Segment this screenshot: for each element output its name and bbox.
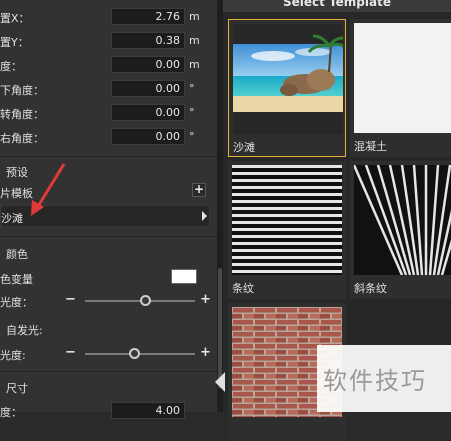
concrete-thumbnail	[354, 23, 451, 133]
tilt-angle-label: 下角度：	[0, 84, 44, 97]
add-template-button[interactable]: +	[192, 183, 206, 197]
color-swatch[interactable]	[171, 269, 197, 284]
template-item-label: 沙滩	[233, 141, 255, 154]
color-variant-label: 色变量	[0, 273, 33, 286]
height-unit: m	[189, 58, 200, 71]
side-angle-label: 右角度：	[0, 132, 44, 145]
template-panel-header: Select Template	[223, 0, 451, 12]
annotation-arrow-icon	[31, 163, 66, 216]
preset-select-value: 沙滩	[1, 212, 23, 225]
prop-row-position-x: 置X： 2.76 m	[0, 6, 217, 28]
preset-title: 预设	[6, 166, 28, 179]
stripes-thumbnail	[232, 165, 342, 275]
divider	[0, 156, 217, 157]
size-title: 尺寸	[6, 382, 28, 395]
prop-row-size: 度： 4.00	[0, 400, 217, 422]
prop-row-tilt-angle: 下角度： 0.00 °	[0, 78, 217, 100]
emissive-label: 自发光:	[6, 324, 43, 337]
divider	[0, 236, 217, 237]
rotate-angle-label: 转角度：	[0, 108, 44, 121]
color-title: 颜色	[6, 248, 28, 261]
emissive-minus-button[interactable]: −	[65, 345, 76, 360]
template-item-label: 混凝土	[354, 140, 387, 153]
height-label: 度：	[0, 60, 22, 73]
tilt-angle-field[interactable]: 0.00	[111, 80, 185, 97]
emissive-slider-track[interactable]	[85, 353, 195, 355]
tilt-angle-unit: °	[189, 82, 195, 95]
template-panel-title: Select Template	[283, 0, 391, 9]
position-y-label: 置Y：	[0, 36, 29, 49]
properties-panel: 置X： 2.76 m 置Y： 0.38 m 度： 0.00 m 下角度： 0.0…	[0, 0, 217, 419]
side-angle-field[interactable]: 0.00	[111, 128, 185, 145]
template-item-beach[interactable]: 沙滩	[228, 19, 346, 157]
template-item-stripes[interactable]: 条纹	[228, 161, 346, 299]
rotate-angle-field[interactable]: 0.00	[111, 104, 185, 121]
brightness-slider-thumb[interactable]	[139, 295, 151, 306]
template-item-label: 斜条纹	[354, 282, 387, 295]
brightness-minus-button[interactable]: −	[65, 292, 76, 307]
position-x-label: 置X：	[0, 12, 30, 25]
position-x-field[interactable]: 2.76	[111, 8, 185, 25]
brightness-plus-button[interactable]: +	[200, 292, 211, 307]
prop-row-rotate-angle: 转角度： 0.00 °	[0, 102, 217, 124]
position-x-unit: m	[189, 10, 200, 23]
size-field[interactable]: 4.00	[111, 402, 185, 419]
collapse-arrow-icon[interactable]	[213, 370, 227, 394]
emissive-plus-button[interactable]: +	[200, 345, 211, 360]
template-item-diagonal-stripes[interactable]: 斜条纹	[350, 161, 451, 299]
divider	[0, 371, 217, 372]
watermark-text: 软件技巧	[323, 367, 427, 395]
brightness-label: 光度：	[0, 296, 33, 309]
prop-row-side-angle: 右角度： 0.00 °	[0, 126, 217, 148]
beach-thumbnail	[233, 24, 343, 134]
template-item-concrete[interactable]: 混凝土	[350, 19, 451, 157]
prop-row-position-y: 置Y： 0.38 m	[0, 30, 217, 52]
chevron-right-icon	[202, 211, 207, 221]
position-y-unit: m	[189, 34, 200, 47]
template-item-label: 条纹	[232, 282, 254, 295]
side-angle-unit: °	[189, 130, 195, 143]
emissive-brightness-label: 光度:	[0, 349, 26, 362]
position-y-field[interactable]: 0.38	[111, 32, 185, 49]
emissive-slider-thumb[interactable]	[128, 348, 140, 359]
size-label: 度：	[0, 406, 22, 419]
watermark: 软件技巧	[317, 345, 451, 412]
height-field[interactable]: 0.00	[111, 56, 185, 73]
prop-row-height: 度： 0.00 m	[0, 54, 217, 76]
diagonal-stripes-thumbnail	[354, 165, 451, 275]
rotate-angle-unit: °	[189, 106, 195, 119]
